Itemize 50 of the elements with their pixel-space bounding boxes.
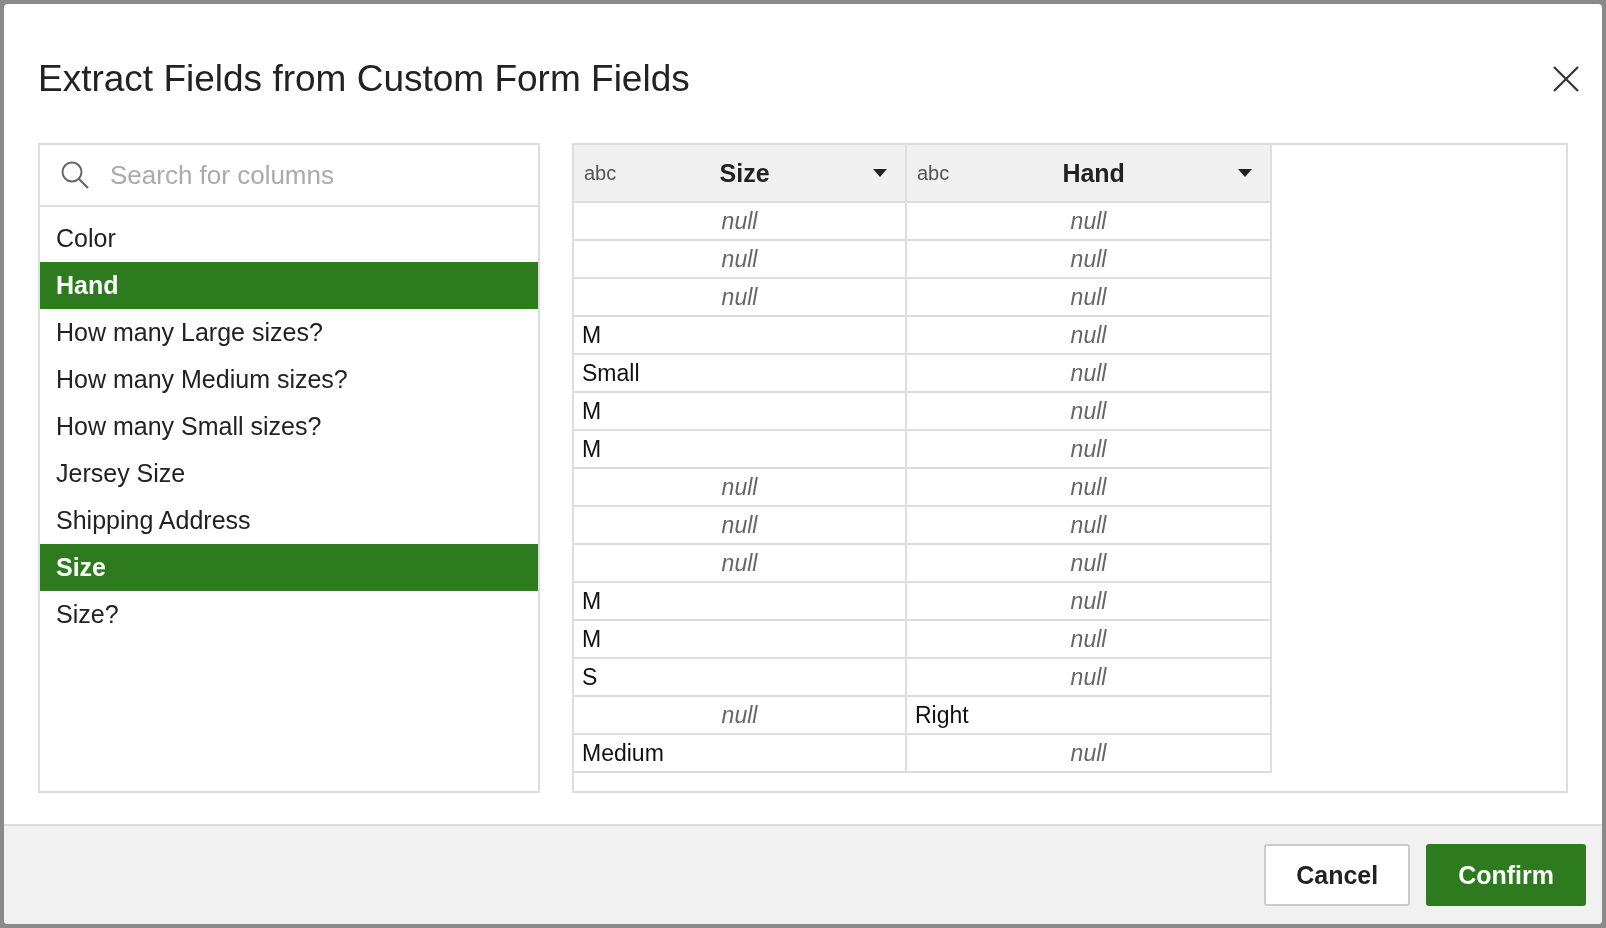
table-cell: null xyxy=(1070,435,1107,462)
caret-icon[interactable] xyxy=(873,169,887,177)
table-cell: null xyxy=(1070,359,1107,386)
table-cell: S xyxy=(582,663,598,690)
column-list-item[interactable]: Color xyxy=(40,215,538,262)
table-cell: null xyxy=(721,701,758,728)
caret-icon[interactable] xyxy=(1238,169,1252,177)
table-cell: Right xyxy=(915,701,969,728)
column-list-item[interactable]: Size? xyxy=(40,591,538,638)
table-cell: M xyxy=(582,397,602,424)
table-cell: null xyxy=(1070,663,1107,690)
table-cell: null xyxy=(721,473,758,500)
column-header: Hand xyxy=(1061,158,1126,188)
table-cell: null xyxy=(1070,739,1107,766)
table-cell: Small xyxy=(582,359,640,386)
table-cell: null xyxy=(721,283,758,310)
table-cell: null xyxy=(1070,473,1107,500)
column-type-label: abc xyxy=(917,161,950,185)
table-cell: null xyxy=(721,511,758,538)
table-cell: null xyxy=(721,549,758,576)
table-cell: null xyxy=(1070,625,1107,652)
column-list-item[interactable]: Jersey Size xyxy=(40,450,538,497)
table-cell: null xyxy=(1070,321,1107,348)
table-cell: null xyxy=(721,245,758,272)
confirm-button[interactable]: Confirm xyxy=(1426,844,1586,906)
table-cell: null xyxy=(1070,245,1107,272)
table-cell: null xyxy=(1070,397,1107,424)
column-list-item[interactable]: How many Small sizes? xyxy=(40,403,538,450)
column-list-item[interactable]: How many Large sizes? xyxy=(40,309,538,356)
table-cell: M xyxy=(582,587,602,614)
column-list-item[interactable]: Size xyxy=(40,544,538,591)
table-cell: M xyxy=(582,625,602,652)
cancel-button[interactable]: Cancel xyxy=(1264,844,1411,906)
table-cell: null xyxy=(1070,283,1107,310)
close-icon[interactable] xyxy=(1552,65,1580,93)
dialog-title: Extract Fields from Custom Form Fields xyxy=(38,58,690,100)
table-cell: null xyxy=(1070,549,1107,576)
column-list-item[interactable]: How many Medium sizes? xyxy=(40,356,538,403)
column-list-item[interactable]: Shipping Address xyxy=(40,497,538,544)
table-cell: M xyxy=(582,321,602,348)
table-cell: M xyxy=(582,435,602,462)
table-cell: null xyxy=(1070,207,1107,234)
search-icon xyxy=(60,160,90,190)
column-header: Size xyxy=(718,158,771,188)
column-type-label: abc xyxy=(584,161,617,185)
table-cell: null xyxy=(721,207,758,234)
table-cell: Medium xyxy=(582,739,664,766)
column-list-item[interactable]: Hand xyxy=(40,262,538,309)
table-cell: null xyxy=(1070,587,1107,614)
table-cell: null xyxy=(1070,511,1107,538)
